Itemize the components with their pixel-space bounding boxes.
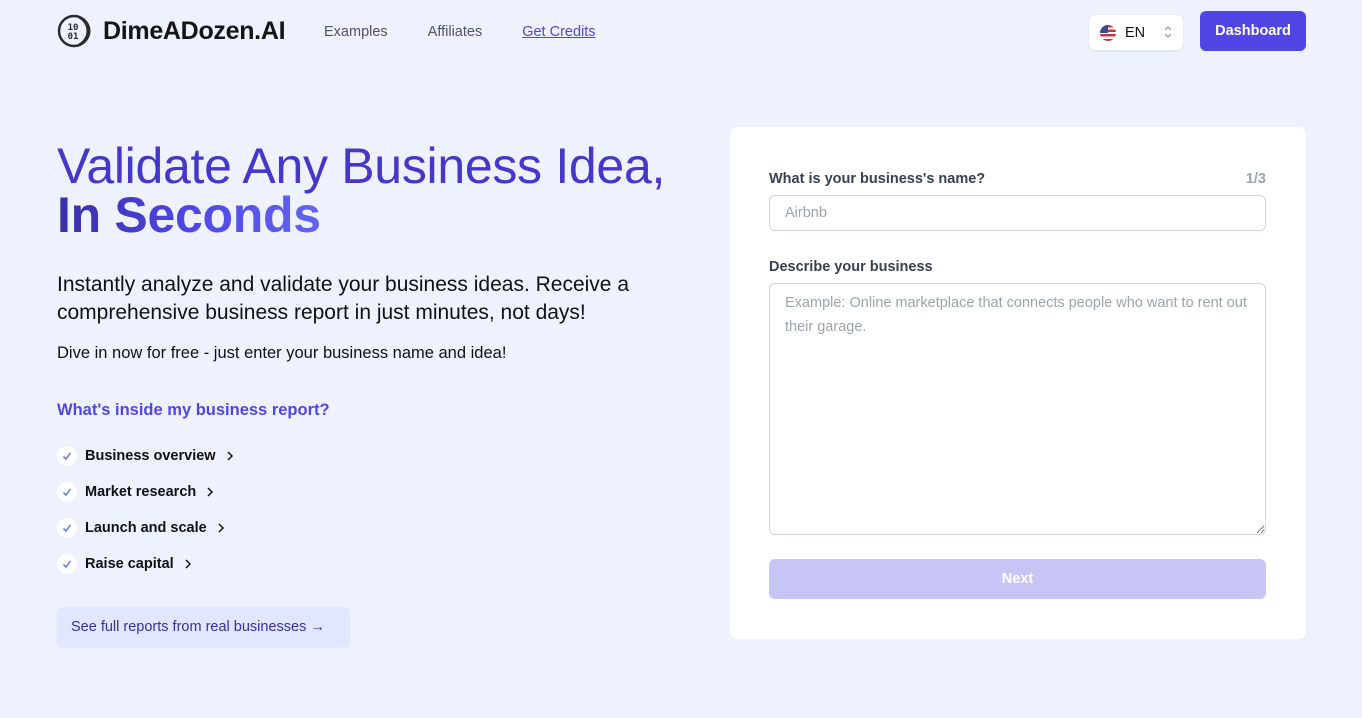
report-features-list: Business overview Market research Launch… [57, 438, 234, 582]
feature-label: Market research [85, 484, 197, 500]
check-icon [57, 518, 77, 538]
chevron-right-icon [185, 559, 191, 569]
next-button[interactable]: Next [769, 559, 1266, 599]
feature-label: Raise capital [85, 556, 174, 572]
check-icon [57, 446, 77, 466]
business-description-label: Describe your business [769, 259, 933, 275]
us-flag-icon [1100, 24, 1116, 41]
chevron-up-down-icon [1164, 26, 1172, 38]
business-form-card: What is your business's name? 1/3 Descri… [730, 127, 1306, 639]
dashboard-button[interactable]: Dashboard [1200, 11, 1306, 51]
chevron-right-icon [227, 451, 233, 461]
language-code: EN [1125, 24, 1146, 41]
hero-tagline: Dive in now for free - just enter your b… [57, 344, 507, 362]
step-indicator: 1/3 [1245, 171, 1266, 187]
chevron-right-icon [207, 487, 214, 497]
nav-get-credits[interactable]: Get Credits [522, 24, 595, 40]
feature-item-raise-capital[interactable]: Raise capital [57, 546, 234, 582]
site-header: 10 01 DimeADozen.AI Examples Affiliates … [0, 0, 1362, 62]
business-description-input[interactable] [769, 283, 1266, 535]
report-contents-heading: What's inside my business report? [57, 401, 330, 419]
check-icon [57, 554, 77, 574]
feature-item-business-overview[interactable]: Business overview [57, 438, 234, 474]
language-select[interactable]: EN [1089, 15, 1183, 50]
feature-label: Business overview [85, 448, 216, 464]
nav-examples[interactable]: Examples [324, 24, 388, 40]
business-name-label: What is your business's name? [769, 171, 986, 187]
brand-name: DimeADozen.AI [103, 16, 286, 45]
svg-text:01: 01 [68, 32, 79, 42]
business-name-input[interactable] [769, 195, 1266, 231]
title-highlight: In Seconds [57, 187, 321, 243]
page-title: Validate Any Business Idea, In Seconds [57, 141, 697, 243]
feature-item-launch-and-scale[interactable]: Launch and scale [57, 510, 234, 546]
main-nav: Examples Affiliates Get Credits [324, 24, 596, 40]
check-icon [57, 482, 77, 502]
coin-binary-icon: 10 01 [57, 14, 91, 48]
see-full-reports-button[interactable]: See full reports from real businesses → [57, 607, 350, 647]
brand-logo[interactable]: 10 01 DimeADozen.AI [57, 14, 286, 48]
feature-item-market-research[interactable]: Market research [57, 474, 234, 510]
feature-label: Launch and scale [85, 520, 207, 536]
title-text: Validate Any Business Idea, [57, 138, 666, 194]
nav-affiliates[interactable]: Affiliates [428, 24, 483, 40]
chevron-right-icon [218, 523, 224, 533]
hero-subtitle: Instantly analyze and validate your busi… [57, 273, 630, 324]
